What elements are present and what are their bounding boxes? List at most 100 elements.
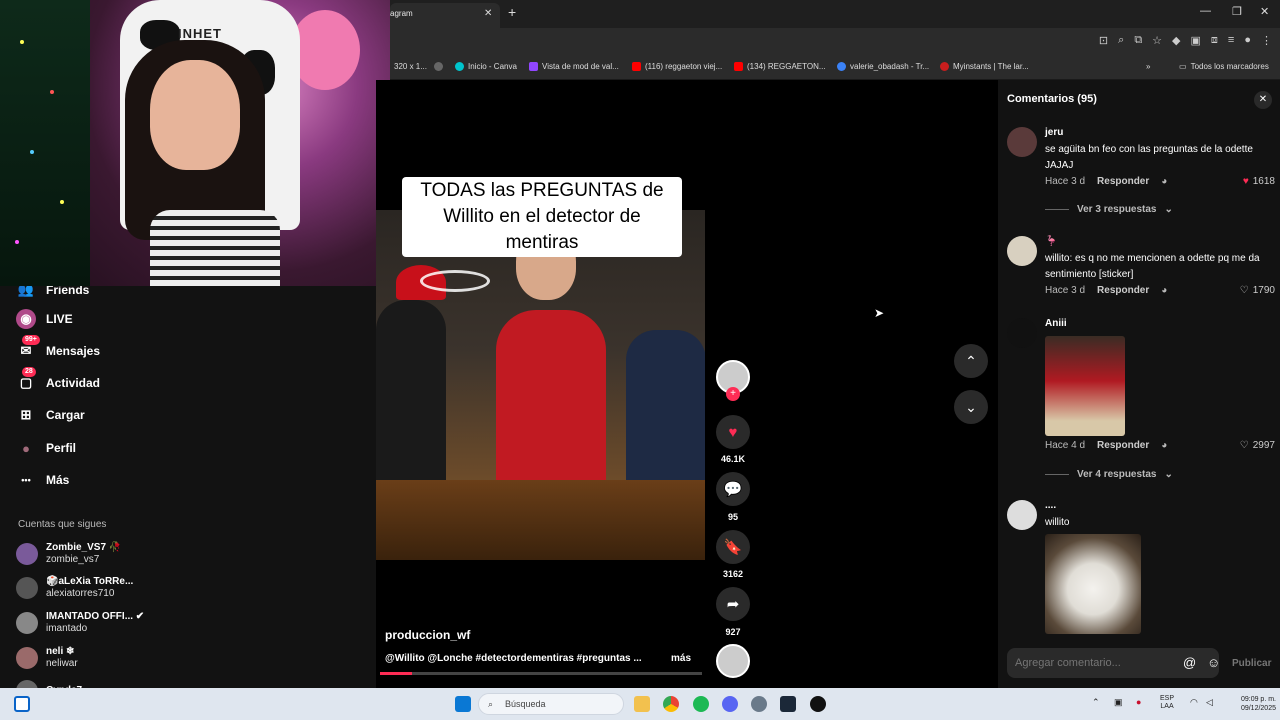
reply-button[interactable]: Responder [1097,285,1149,296]
bookmark-item[interactable] [434,62,447,71]
comment-user[interactable]: .... [1045,500,1056,511]
file-explorer-icon[interactable] [634,696,650,712]
follow-plus-icon[interactable]: + [726,387,740,401]
bookmark-item[interactable]: 320 x 1... [390,62,427,71]
bookmark-item[interactable]: (134) REGGAETON... [734,62,826,71]
sidebar-item-more[interactable]: ••• Más [16,468,69,492]
save-count: 3162 [722,569,744,579]
comment-image[interactable] [1045,534,1141,634]
reply-button[interactable]: Responder [1097,440,1149,451]
sidebar: 👥 Friends ◉ LIVE ✉ 99+ Mensajes ▢ 28 Activ… [0,282,376,702]
publish-button[interactable]: Publicar [1232,658,1271,669]
sidebar-item-activity[interactable]: ▢ 28 Actividad [16,367,100,395]
previous-video-icon[interactable]: ⌃ [954,344,988,378]
video-progress-bar[interactable] [380,672,702,675]
close-icon[interactable]: ✕ [1254,91,1272,109]
video-author[interactable]: produccion_wf [385,628,470,642]
steam-icon[interactable] [780,696,796,712]
window-close-icon[interactable]: ✕ [1260,5,1269,18]
windows-start-icon[interactable] [455,696,471,712]
avatar [16,543,38,565]
extension-icon[interactable]: ◆ [1172,34,1180,47]
avatar[interactable] [1007,500,1037,530]
obs-icon[interactable] [810,696,826,712]
sidebar-item-upload[interactable]: ⊞ Cargar [16,403,85,427]
myinstants-icon [940,62,949,71]
bookmark-item[interactable]: Myinstants | The lar... [940,62,1029,71]
view-replies-button[interactable]: Ver 4 respuestas ⌄ [1045,469,1173,480]
comment-user[interactable]: 🦩 [1045,236,1057,247]
cast-icon[interactable]: ⧉ [1134,34,1142,47]
bookmark-star-icon[interactable]: ☆ [1152,34,1162,47]
extension2-icon[interactable]: ▣ [1191,34,1201,47]
all-bookmarks-button[interactable]: ▭ Todos los marcadores [1179,62,1269,71]
comment-item: jeru se agüita bn feo con las preguntas … [1007,127,1275,227]
comment-user[interactable]: jeru [1045,127,1063,138]
tray-app-icon[interactable]: ▣ [1114,697,1123,708]
volume-icon[interactable]: ◁ [1206,697,1213,708]
emoji-icon[interactable]: ☺ [1207,655,1220,670]
avatar [16,612,38,634]
comment-image[interactable] [1045,336,1125,436]
new-tab-icon[interactable]: + [508,4,516,20]
bookmark-item[interactable]: (116) reggaeton viej... [632,62,722,71]
comment-icon[interactable]: 💬 [716,472,750,506]
sound-avatar[interactable] [716,644,750,678]
avatar[interactable] [1007,318,1037,348]
bookmark-item[interactable]: valerie_obadash - Tr... [837,62,929,71]
view-replies-button[interactable]: Ver 3 respuestas ⌄ [1045,204,1173,215]
bookmark-item[interactable]: Inicio - Canva [455,62,517,71]
spotify-icon[interactable] [693,696,709,712]
tab-close-icon[interactable]: ✕ [484,3,492,25]
video-player[interactable] [376,210,705,560]
bookmark-item[interactable]: Vista de mod de val... [529,62,619,71]
youtube-icon [632,62,641,71]
following-item[interactable]: neli ❄ neliwar [16,646,78,670]
settings-icon[interactable] [751,696,767,712]
maximize-icon[interactable]: ❐ [1232,5,1242,18]
network-icon[interactable]: ◠ [1190,697,1198,708]
translate-icon[interactable]: ⊡ [1099,34,1108,47]
discord-icon[interactable] [722,696,738,712]
tray-app2-icon[interactable]: ● [1136,697,1141,707]
mention-icon[interactable]: @ [1183,655,1196,670]
avatar[interactable] [1007,127,1037,157]
tray-chevron-icon[interactable]: ⌃ [1092,697,1100,708]
like-icon[interactable]: ♥ [716,415,750,449]
taskbar-search[interactable]: ⌕ Búsqueda [478,693,624,715]
tracker-icon [837,62,846,71]
following-item[interactable]: 🎲aLeXia ToRRe... alexiatorres710 [16,576,133,600]
next-video-icon[interactable]: ⌄ [954,390,988,424]
menu-icon[interactable]: ⋮ [1261,34,1272,47]
avatar[interactable] [1007,236,1037,266]
following-item[interactable]: IMANTADO OFFI... ✔ imantado [16,611,144,635]
sidebar-item-messages[interactable]: ✉ 99+ Mensajes [16,335,100,363]
comment-like-button[interactable]: ♡ 2997 [1240,440,1275,451]
comment-like-button[interactable]: ♥ 1618 [1243,176,1275,187]
minimize-icon[interactable]: — [1200,5,1211,17]
clock[interactable]: 09:09 p. m. 09/12/2025 [1224,695,1276,713]
reply-button[interactable]: Responder [1097,176,1149,187]
zoom-icon[interactable]: ⌕ [1118,34,1124,47]
like-count: 46.1K [720,454,746,464]
more-button[interactable]: más [671,653,691,664]
share-icon[interactable]: ➦ [716,587,750,621]
browser-tab[interactable]: agram ✕ [390,3,500,28]
bookmark-favicon-icon [434,62,443,71]
comment-meta: Hace 3 d Responder ◕ ♡ 1790 [1045,285,1275,296]
video-description: @Willito @Lonche #detectordementiras #pr… [385,653,642,664]
sidebar-item-profile[interactable]: ● Perfil [16,436,76,460]
chrome-icon[interactable] [663,696,679,712]
widgets-icon[interactable] [14,696,30,712]
puzzle-icon[interactable]: ⧈ [1211,34,1218,47]
media-icon[interactable]: ≡ [1228,34,1234,47]
profile-avatar-icon[interactable]: ● [1244,34,1251,47]
following-item[interactable]: Zombie_VS7 🥀 zombie_vs7 [16,542,121,566]
save-icon[interactable]: 🔖 [716,530,750,564]
comment-like-button[interactable]: ♡ 1790 [1240,285,1275,296]
comment-item: Aniii Hace 4 d Responder ◕ ♡ 2997 Ver 4 r… [1007,318,1275,490]
language-indicator[interactable]: ESP LAA [1160,695,1174,711]
bookmarks-overflow-button[interactable]: » [1146,62,1150,71]
sidebar-item-live[interactable]: ◉ LIVE [16,307,73,331]
comment-user[interactable]: Aniii [1045,318,1067,329]
